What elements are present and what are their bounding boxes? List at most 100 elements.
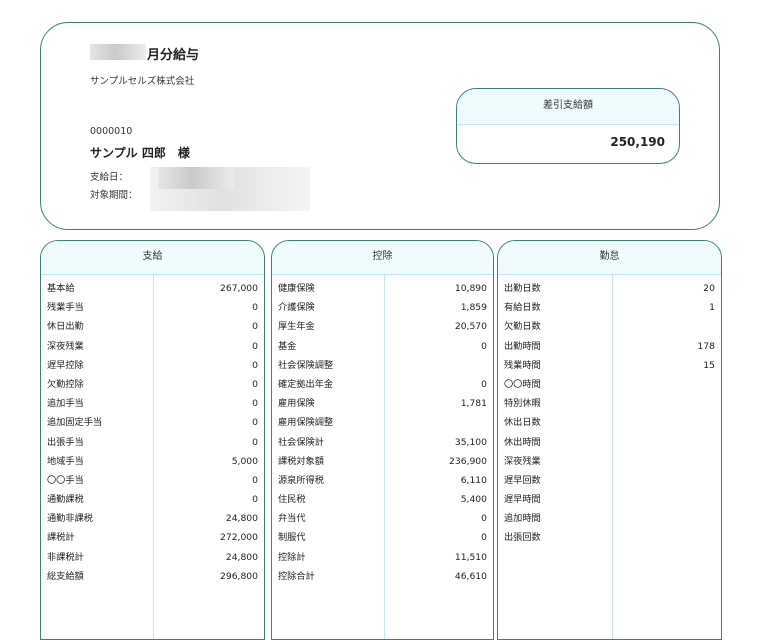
table-row: 雇用保険調整 <box>272 413 493 432</box>
row-label: 雇用保険調整 <box>278 417 334 429</box>
row-value: 6,110 <box>460 474 487 486</box>
row-value: 46,610 <box>454 570 487 582</box>
row-value: 20,570 <box>454 321 487 333</box>
deductions-panel: 控除 健康保険 10,890 介護保険 1,859 厚生年金 20,570 基金 0 社会保険調… <box>271 240 494 640</box>
table-row: 控除合計 46,610 <box>272 567 493 586</box>
row-label: 課税計 <box>47 532 75 544</box>
table-row: 介護保険 1,859 <box>272 298 493 317</box>
table-row: 通勤非課税 24,800 <box>41 509 264 528</box>
row-value: 0 <box>481 378 487 390</box>
table-row: 出張手当 0 <box>41 433 264 452</box>
row-label: 深夜残業 <box>504 455 541 467</box>
table-row: 基本給 267,000 <box>41 279 264 298</box>
row-value: 0 <box>252 378 258 390</box>
row-label: 通勤非課税 <box>47 513 93 525</box>
table-row: 源泉所得税 6,110 <box>272 471 493 490</box>
net-pay-label: 差引支給額 <box>457 89 679 125</box>
table-row: 有給日数 1 <box>498 298 721 317</box>
table-row: 〇〇時間 <box>498 375 721 394</box>
table-row: 確定拠出年金 0 <box>272 375 493 394</box>
table-row: 基金 0 <box>272 337 493 356</box>
row-value: 0 <box>252 436 258 448</box>
table-row: 非課税計 24,800 <box>41 548 264 567</box>
row-label: 地域手当 <box>47 455 84 467</box>
row-value: 1 <box>709 302 715 314</box>
pay-date-label: 支給日： <box>90 172 129 183</box>
row-value: 1,859 <box>460 302 487 314</box>
company-name: サンプルセルズ株式会社 <box>90 76 195 87</box>
employee-number: 0000010 <box>90 126 133 137</box>
row-value: 0 <box>252 321 258 333</box>
table-row: 雇用保険 1,781 <box>272 394 493 413</box>
row-label: 追加手当 <box>47 398 84 410</box>
table-row: 休出日数 <box>498 413 721 432</box>
table-row: 残業時間 15 <box>498 356 721 375</box>
table-row: 厚生年金 20,570 <box>272 317 493 336</box>
row-label: 控除合計 <box>278 570 315 582</box>
row-label: 特別休暇 <box>504 398 541 410</box>
row-label: 基金 <box>278 340 297 352</box>
net-pay-value: 250,190 <box>610 135 665 149</box>
row-label: 介護保険 <box>278 302 315 314</box>
deductions-panel-title: 控除 <box>272 241 493 275</box>
redacted-pay-date <box>158 167 234 189</box>
table-row: 課税計 272,000 <box>41 528 264 547</box>
row-label: 〇〇手当 <box>47 474 84 486</box>
row-value: 0 <box>252 494 258 506</box>
period-label: 対象期間： <box>90 190 138 201</box>
row-label: 制服代 <box>278 532 306 544</box>
row-value: 20 <box>703 283 715 294</box>
table-row: 残業手当 0 <box>41 298 264 317</box>
row-value: 0 <box>252 302 258 314</box>
row-label: 基本給 <box>47 283 75 294</box>
row-label: 深夜残業 <box>47 340 84 352</box>
payments-panel-title: 支給 <box>41 241 264 275</box>
row-label: 源泉所得税 <box>278 474 324 486</box>
payments-rows: 基本給 267,000 残業手当 0 休日出勤 0 深夜残業 0 遅早控除 0 欠勤控除 0 追加手当 0… <box>41 279 264 586</box>
table-row: 控除計 11,510 <box>272 548 493 567</box>
table-row: 追加固定手当 0 <box>41 413 264 432</box>
row-label: 社会保険計 <box>278 436 324 448</box>
row-label: 遅早控除 <box>47 359 84 371</box>
row-value: 178 <box>697 340 715 352</box>
row-value: 0 <box>481 513 487 525</box>
table-row: 課税対象額 236,900 <box>272 452 493 471</box>
row-label: 住民税 <box>278 494 306 506</box>
row-label: 休出時間 <box>504 436 541 448</box>
table-row: 〇〇手当 0 <box>41 471 264 490</box>
row-label: 通勤課税 <box>47 494 84 506</box>
table-row: 欠勤日数 <box>498 317 721 336</box>
table-row: 地域手当 5,000 <box>41 452 264 471</box>
table-row: 出張回数 <box>498 528 721 547</box>
redacted-month <box>90 44 146 60</box>
table-row: 欠勤控除 0 <box>41 375 264 394</box>
row-label: 出勤日数 <box>504 283 541 294</box>
row-label: 残業時間 <box>504 359 541 371</box>
row-label: 非課税計 <box>47 551 84 563</box>
row-label: 控除計 <box>278 551 306 563</box>
table-row: 休出時間 <box>498 433 721 452</box>
row-value: 267,000 <box>220 283 258 294</box>
row-value: 35,100 <box>454 436 487 448</box>
row-value: 296,800 <box>220 570 258 582</box>
net-pay-box: 差引支給額 250,190 <box>456 88 680 164</box>
row-label: 雇用保険 <box>278 398 315 410</box>
table-row: 遅早回数 <box>498 471 721 490</box>
row-label: 遅早時間 <box>504 494 541 506</box>
table-row: 追加時間 <box>498 509 721 528</box>
payslip-title: 月分給与 <box>147 48 200 63</box>
row-value: 11,510 <box>454 551 487 563</box>
row-value: 0 <box>252 417 258 429</box>
attendance-panel: 勤怠 出勤日数 20 有給日数 1 欠勤日数 出勤時間 178 残業時間 15 〇〇時間 特別休暇休… <box>497 240 722 640</box>
row-label: 追加固定手当 <box>47 417 103 429</box>
table-row: 総支給額 296,800 <box>41 567 264 586</box>
row-value: 0 <box>252 340 258 352</box>
row-label: 社会保険調整 <box>278 359 334 371</box>
table-row: 出勤時間 178 <box>498 337 721 356</box>
row-label: 遅早回数 <box>504 474 541 486</box>
row-value: 0 <box>252 474 258 486</box>
row-label: 健康保険 <box>278 283 315 294</box>
table-row: 健康保険 10,890 <box>272 279 493 298</box>
row-label: 厚生年金 <box>278 321 315 333</box>
row-value: 5,400 <box>460 494 487 506</box>
